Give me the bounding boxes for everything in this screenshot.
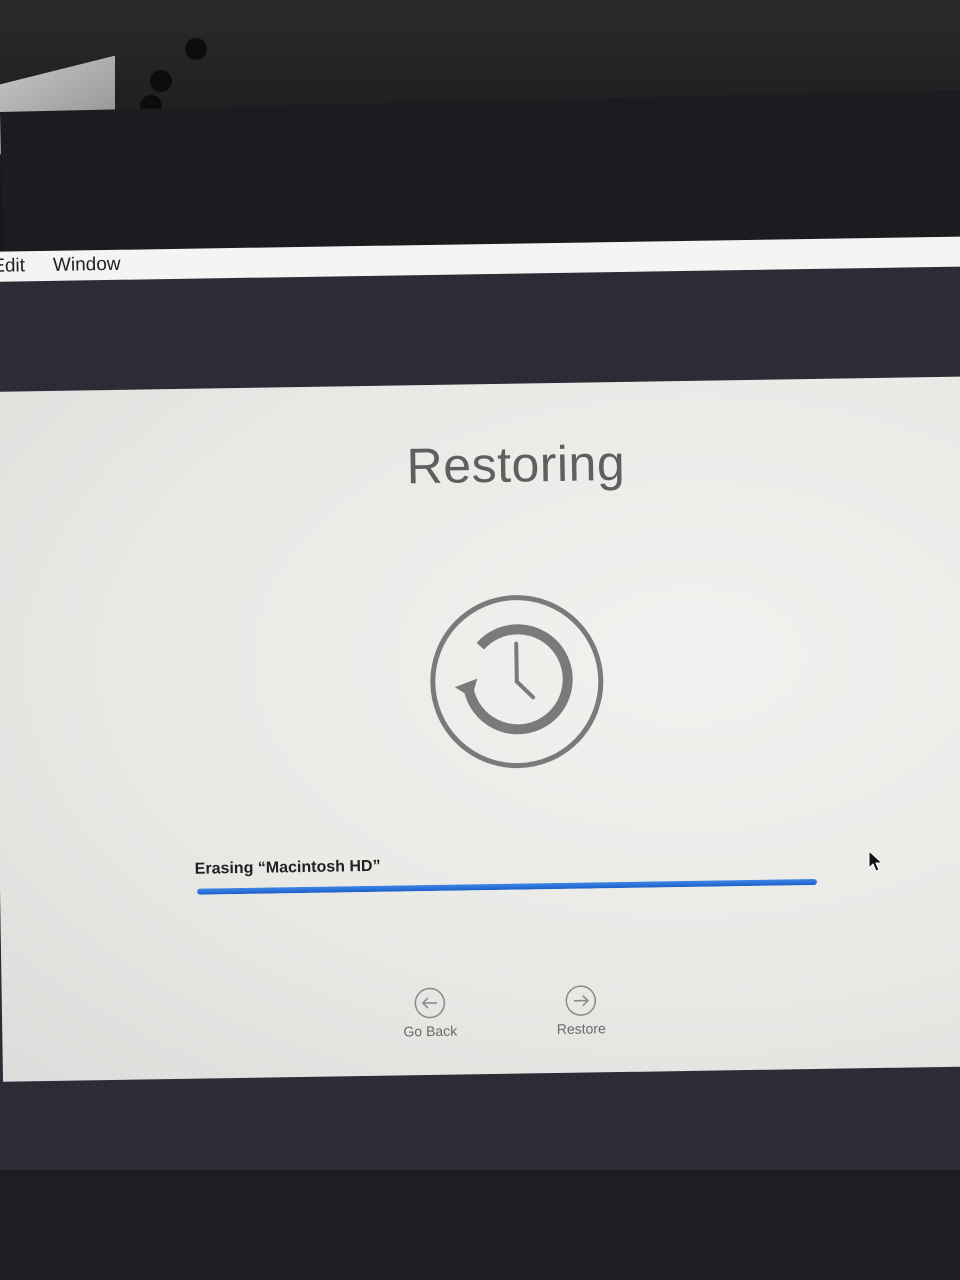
- time-machine-icon: [430, 595, 604, 769]
- menu-window[interactable]: Window: [53, 254, 121, 277]
- desk-object: [150, 70, 172, 92]
- window-content: Restoring Erasing “Macintosh HD” Go Back…: [47, 376, 960, 1081]
- restore-label: Restore: [556, 1020, 606, 1038]
- recovery-window: Restoring Erasing “Macintosh HD” Go Back…: [0, 376, 960, 1082]
- arrow-left-circle-icon: [414, 987, 446, 1019]
- arrow-right-circle-icon: [565, 985, 597, 1016]
- desk-object: [185, 38, 207, 60]
- laptop-bottom-bezel: [0, 1170, 960, 1280]
- progress-fill: [197, 878, 818, 895]
- mouse-cursor-icon: [868, 850, 884, 872]
- progress-bar: [197, 878, 818, 895]
- status-text: Erasing “Macintosh HD”: [194, 857, 381, 878]
- menu-edit[interactable]: Edit: [0, 255, 25, 278]
- go-back-button[interactable]: Go Back: [385, 986, 476, 1039]
- go-back-label: Go Back: [403, 1022, 458, 1040]
- photo-stage: Edit Window Restoring Erasing “Macintosh…: [0, 0, 960, 1280]
- restore-button[interactable]: Restore: [536, 984, 627, 1037]
- page-title: Restoring: [406, 434, 626, 495]
- laptop-screen: Edit Window Restoring Erasing “Macintosh…: [0, 236, 960, 1232]
